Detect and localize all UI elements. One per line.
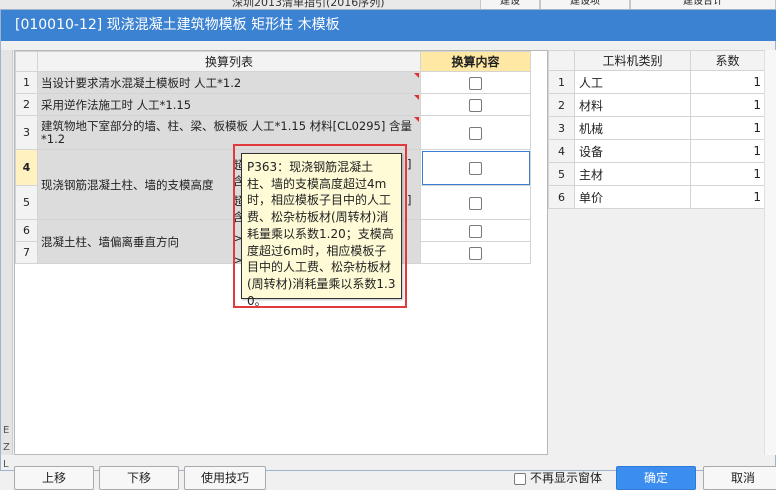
coefficient-value[interactable]: 1 bbox=[690, 162, 765, 186]
row-checkbox-cell[interactable] bbox=[420, 115, 531, 150]
coefficient-value[interactable]: 1 bbox=[690, 116, 765, 140]
row-number-header bbox=[548, 50, 575, 71]
no-more-show-label: 不再显示窗体 bbox=[530, 471, 603, 485]
coefficient-value[interactable]: 1 bbox=[690, 185, 765, 209]
conversion-content-header[interactable]: 换算内容 bbox=[420, 51, 531, 72]
table-row[interactable]: 2 材料 1 bbox=[548, 93, 765, 117]
coefficient-header[interactable]: 系数 bbox=[690, 50, 765, 71]
row-checkbox-cell[interactable] bbox=[420, 93, 531, 116]
note-marker-icon bbox=[414, 117, 419, 122]
move-down-button[interactable]: 下移 bbox=[99, 466, 179, 490]
coefficient-value[interactable]: 1 bbox=[690, 93, 765, 117]
table-row[interactable]: 1 当设计要求清水混凝土模板时 人工*1.2 bbox=[15, 71, 531, 94]
row-checkbox-cell[interactable] bbox=[420, 241, 531, 264]
left-edge-glyph: Z bbox=[3, 442, 10, 453]
material-type: 设备 bbox=[574, 139, 691, 163]
material-coefficient-table: 工料机类别 系数 1 人工 1 2 材料 1 3 机械 1 4 设备 1 5 主… bbox=[548, 50, 765, 455]
row-checkbox-cell[interactable] bbox=[420, 219, 531, 242]
row-number: 5 bbox=[548, 162, 575, 186]
dialog-title: [010010-12] 现浇混凝土建筑物模板 矩形柱 木模板 bbox=[1, 10, 776, 41]
row-number: 2 bbox=[548, 93, 575, 117]
coefficient-value[interactable]: 1 bbox=[690, 139, 765, 163]
cancel-button[interactable]: 取消 bbox=[703, 466, 776, 490]
row-number-header bbox=[15, 51, 38, 72]
coefficient-value[interactable]: 1 bbox=[690, 70, 765, 94]
table-row[interactable]: 4 设备 1 bbox=[548, 139, 765, 163]
row-number: 3 bbox=[15, 115, 38, 150]
move-up-button[interactable]: 上移 bbox=[14, 466, 94, 490]
vertical-scrollbar[interactable] bbox=[764, 50, 776, 455]
row-checkbox-cell[interactable] bbox=[420, 71, 531, 94]
material-type: 单价 bbox=[574, 185, 691, 209]
table-row[interactable]: 6 单价 1 bbox=[548, 185, 765, 209]
row-number: 6 bbox=[15, 219, 38, 242]
row-number: 6 bbox=[548, 185, 575, 209]
row-checkbox[interactable] bbox=[469, 126, 482, 140]
left-edge-strip: E Z L bbox=[1, 50, 13, 470]
note-marker-icon bbox=[414, 73, 419, 78]
conversion-list-header[interactable]: 换算列表 bbox=[37, 51, 421, 72]
row-number: 5 bbox=[15, 185, 38, 220]
row-checkbox[interactable] bbox=[469, 161, 482, 175]
row-checkbox[interactable] bbox=[469, 224, 482, 238]
row-checkbox[interactable] bbox=[469, 196, 482, 210]
material-type: 人工 bbox=[574, 70, 691, 94]
row-number: 1 bbox=[15, 71, 38, 94]
table-row[interactable]: 1 人工 1 bbox=[548, 70, 765, 94]
table-row[interactable]: 5 主材 1 bbox=[548, 162, 765, 186]
cell-fragment: ] bbox=[407, 157, 412, 171]
row-checkbox[interactable] bbox=[469, 246, 482, 260]
row-checkbox[interactable] bbox=[469, 76, 482, 90]
usage-tips-button[interactable]: 使用技巧 bbox=[184, 466, 266, 490]
row-number: 7 bbox=[15, 241, 38, 264]
no-more-show-option[interactable]: 不再显示窗体 bbox=[514, 469, 602, 486]
row-number: 4 bbox=[548, 139, 575, 163]
annotation-highlight-box bbox=[233, 144, 407, 308]
row-description: 采用逆作法施工时 人工*1.15 bbox=[37, 93, 421, 116]
row-number: 3 bbox=[548, 116, 575, 140]
table-row[interactable]: 3 机械 1 bbox=[548, 116, 765, 140]
row-checkbox[interactable] bbox=[469, 98, 482, 112]
row-number: 2 bbox=[15, 93, 38, 116]
material-type-header[interactable]: 工料机类别 bbox=[574, 50, 691, 71]
material-type: 材料 bbox=[574, 93, 691, 117]
row-number: 1 bbox=[548, 70, 575, 94]
material-type: 机械 bbox=[574, 116, 691, 140]
cell-fragment: ] bbox=[407, 193, 412, 207]
no-more-show-checkbox[interactable] bbox=[514, 472, 526, 485]
conversion-dialog: [010010-12] 现浇混凝土建筑物模板 矩形柱 木模板 E Z L 换算列… bbox=[0, 9, 776, 490]
row-description: 当设计要求清水混凝土模板时 人工*1.2 bbox=[37, 71, 421, 94]
table-row[interactable]: 2 采用逆作法施工时 人工*1.15 bbox=[15, 93, 531, 116]
button-bar: 上移 下移 使用技巧 不再显示窗体 确定 取消 bbox=[1, 456, 776, 490]
row-checkbox-cell[interactable] bbox=[420, 185, 531, 220]
ok-button[interactable]: 确定 bbox=[616, 466, 696, 490]
row-checkbox-cell[interactable] bbox=[420, 149, 531, 186]
left-edge-glyph: E bbox=[3, 425, 10, 436]
note-marker-icon bbox=[414, 95, 419, 100]
row-number: 4 bbox=[15, 149, 38, 186]
material-type: 主材 bbox=[574, 162, 691, 186]
